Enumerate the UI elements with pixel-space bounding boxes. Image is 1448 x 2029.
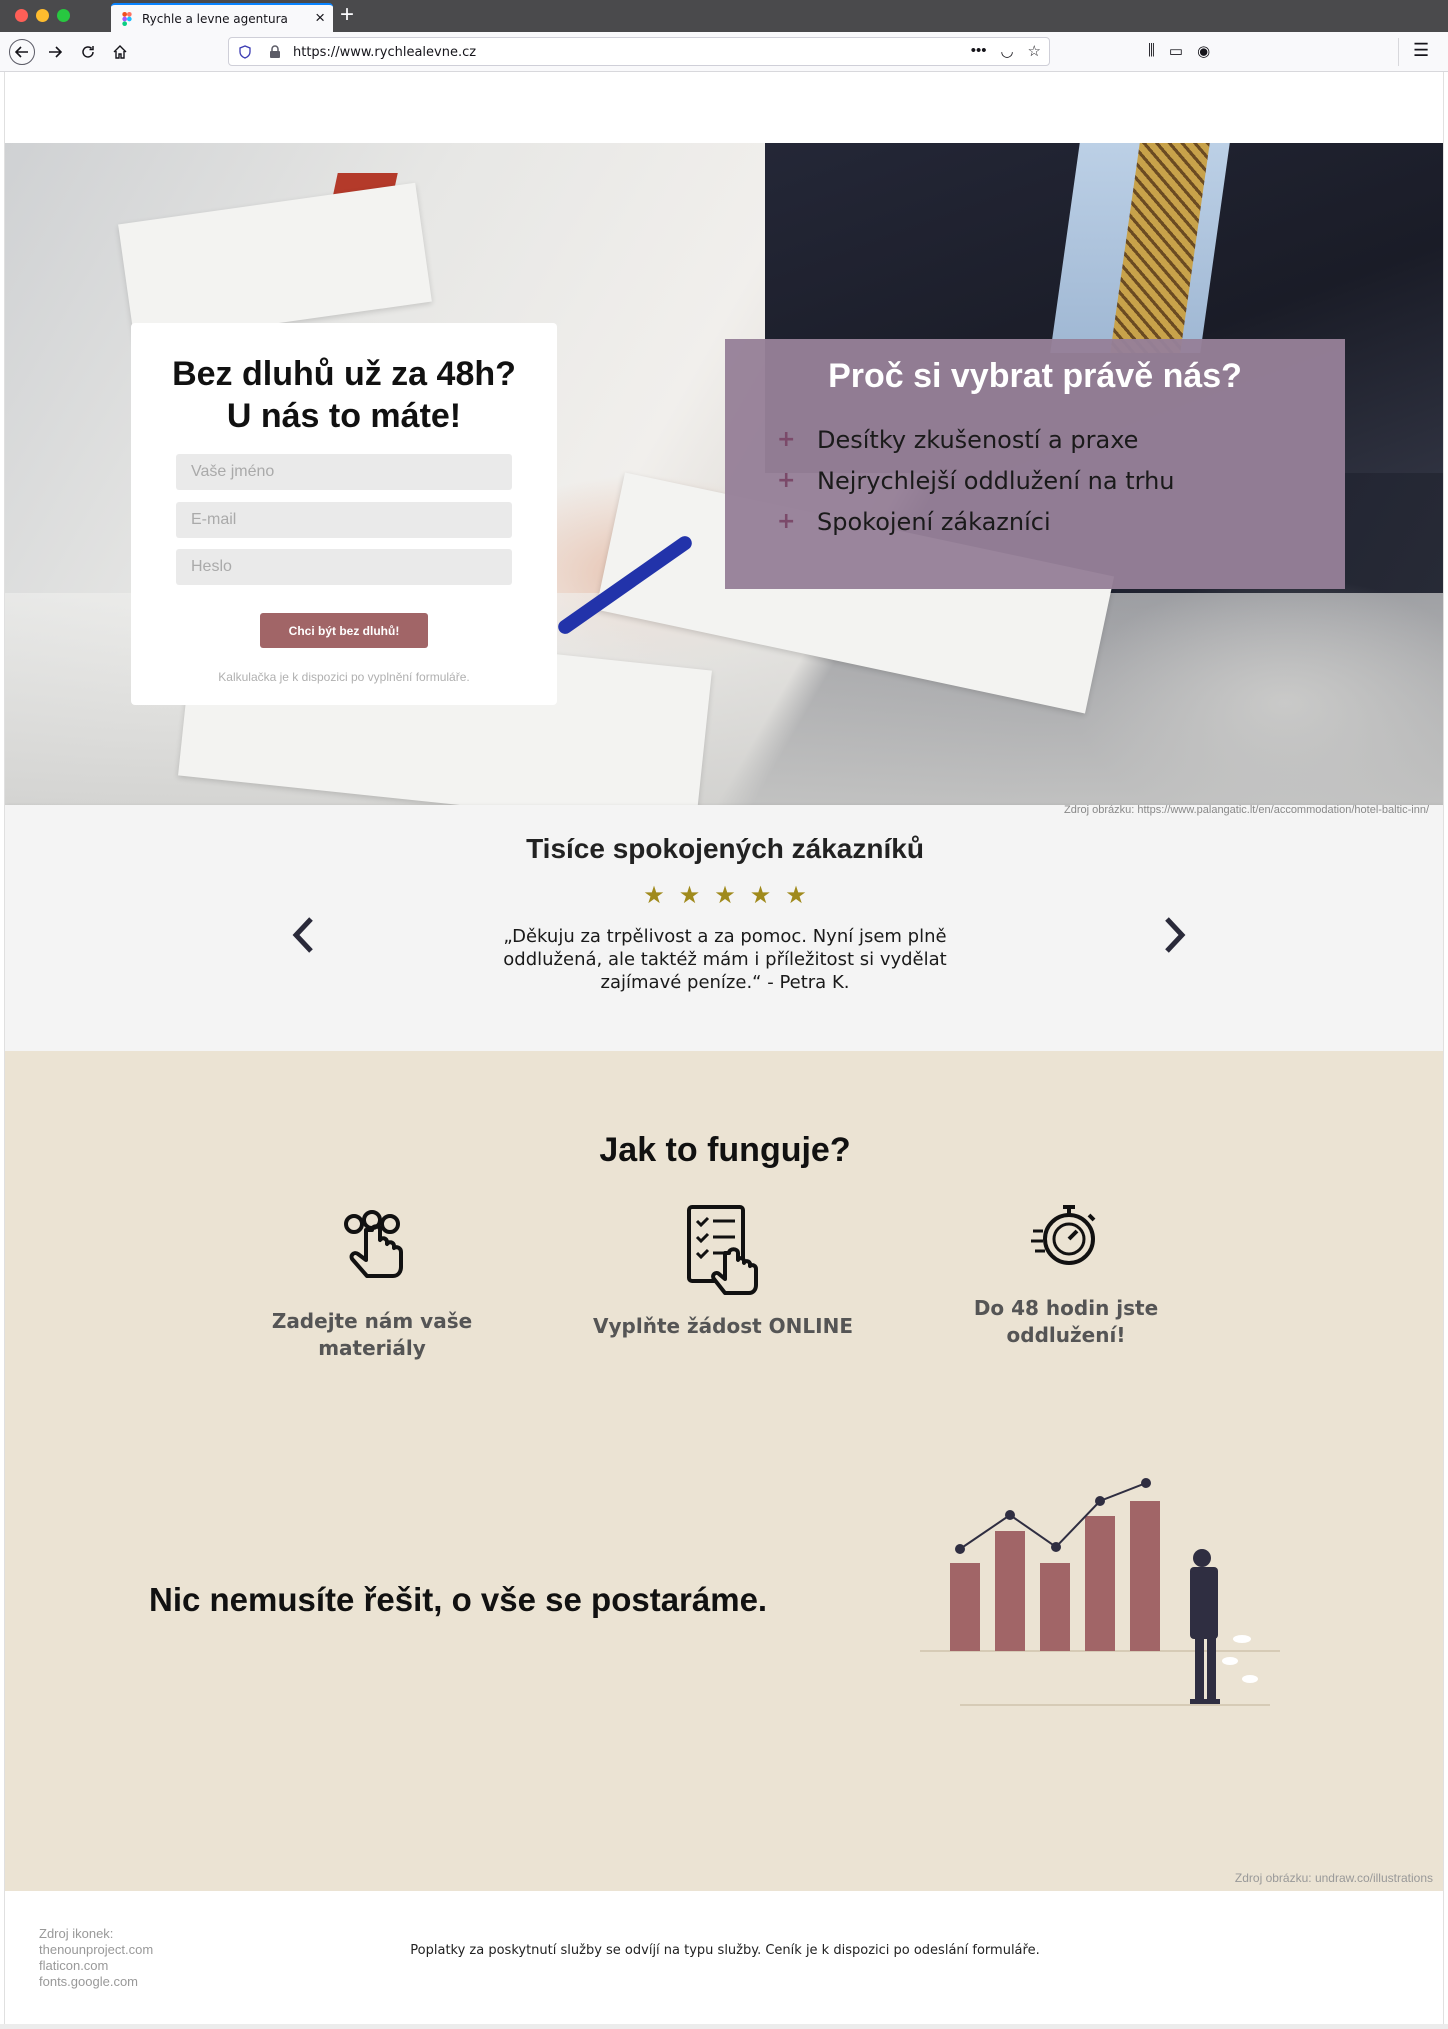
star-icon: ★ (643, 882, 665, 909)
why-us-title: Proč si vybrat právě nás? (828, 357, 1242, 395)
email-input[interactable] (176, 502, 512, 538)
stopwatch-icon (1031, 1205, 1096, 1265)
plus-icon: + (777, 509, 796, 534)
step-label-line-2: oddlužení! (1006, 1323, 1126, 1347)
star-icon: ★ (785, 882, 807, 909)
back-button[interactable] (9, 39, 35, 65)
home-button[interactable] (107, 39, 133, 65)
how-it-works-section: Jak to funguje? Zadejte nám vaše materiá… (5, 1051, 1443, 1891)
icon-credit-link[interactable]: flaticon.com (39, 1958, 153, 1974)
tracking-protection-icon[interactable] (239, 45, 251, 59)
why-us-item-label: Desítky zkušeností a praxe (817, 425, 1139, 454)
forward-button[interactable] (42, 39, 68, 65)
sidebar-icon[interactable]: ▭ (1169, 42, 1183, 60)
browser-titlebar: Rychle a levne agentura × + (0, 0, 1448, 32)
touch-hand-icon (344, 1210, 403, 1278)
pocket-icon[interactable]: ◡ (1000, 42, 1013, 60)
window-bottom-edge (0, 2024, 1448, 2029)
form-note: Kalkulačka je k dispozici po vyplnění fo… (218, 670, 470, 684)
hero-photo-paper (118, 182, 432, 344)
previous-review-button[interactable] (291, 915, 315, 965)
why-us-list: + Desítky zkušeností a praxe + Nejrychlejš… (777, 419, 1175, 542)
review-quote: „Děkuju za trpělivost a za pomoc. Nyní j… (503, 926, 947, 993)
step-materials: Zadejte nám vaše materiály (227, 1206, 517, 1362)
close-window-button[interactable] (15, 9, 28, 22)
rating-stars: ★ ★ ★ ★ ★ (5, 881, 1443, 910)
step-label: Zadejte nám vaše materiály (271, 1309, 473, 1360)
star-icon: ★ (714, 882, 736, 909)
why-us-item: + Desítky zkušeností a praxe (777, 419, 1175, 460)
account-icon[interactable]: ◉ (1197, 42, 1210, 60)
why-us-item-label: Nejrychlejší oddlužení na trhu (817, 466, 1175, 495)
illustration-credit: Zdroj obrázku: undraw.co/illustrations (1234, 1871, 1433, 1885)
star-icon: ★ (678, 882, 701, 909)
next-review-button[interactable] (1163, 915, 1187, 965)
browser-navbar: https://www.rychlealevne.cz ••• ◡ ☆ ⫼ ▭ … (0, 32, 1448, 72)
toolbar-separator (1398, 38, 1399, 66)
icon-credits: Zdroj ikonek: thenounproject.com flatico… (39, 1926, 153, 1990)
step-48-hours: Do 48 hodin jste oddlužení! (941, 1201, 1191, 1349)
why-us-box: Proč si vybrat právě nás? + Desítky zkuše… (725, 339, 1345, 589)
how-it-works-title: Jak to funguje? (599, 1131, 851, 1169)
bookmark-star-icon[interactable]: ☆ (1028, 42, 1041, 60)
hero-image-credit: Zdroj obrázku: https://www.palangatic.lt… (1063, 804, 1429, 816)
page-actions-icon[interactable]: ••• (971, 42, 987, 60)
icon-credit-link[interactable]: fonts.google.com (39, 1974, 153, 1990)
address-bar[interactable]: https://www.rychlealevne.cz ••• ◡ ☆ (228, 37, 1050, 66)
arrow-right-icon (49, 46, 62, 58)
step-label: Vyplňte žádost ONLINE (593, 1314, 853, 1338)
form-title-line-1: Bez dluhů už za 48h? (172, 355, 516, 393)
browser-tab[interactable]: Rychle a levne agentura × (111, 3, 333, 32)
home-icon (113, 45, 127, 59)
step-label-line-1: Do 48 hodin jste (973, 1296, 1159, 1320)
library-icon[interactable]: ⫼ (1148, 42, 1155, 60)
step-online-form: Vyplňte žádost ONLINE (583, 1203, 863, 1340)
reload-button[interactable] (75, 39, 101, 65)
maximize-window-button[interactable] (57, 9, 70, 22)
plus-icon: + (777, 468, 796, 493)
hero-section: Bez dluhů už za 48h? U nás to máte! Chci… (5, 143, 1443, 805)
close-tab-icon[interactable]: × (315, 8, 325, 28)
lock-icon[interactable] (269, 45, 281, 58)
url-text[interactable]: https://www.rychlealevne.cz (293, 45, 476, 60)
form-title-line-2: U nás to máte! (226, 397, 462, 435)
reviews-section: Tisíce spokojených zákazníků ★ ★ ★ ★ ★ „Děku… (5, 805, 1443, 1051)
figma-icon (122, 12, 132, 26)
icon-credits-title: Zdroj ikonek: (39, 1926, 114, 1941)
hamburger-menu-icon[interactable]: ☰ (1413, 40, 1429, 61)
arrow-left-icon (15, 46, 28, 58)
footer: Zdroj ikonek: thenounproject.com flatico… (5, 1891, 1443, 2024)
web-page: Bez dluhů už za 48h? U nás to máte! Chci… (4, 72, 1444, 2024)
signup-form: Bez dluhů už za 48h? U nás to máte! Chci… (131, 323, 557, 705)
why-us-item: + Spokojení zákazníci (777, 501, 1175, 542)
reviews-title: Tisíce spokojených zákazníků (526, 833, 924, 864)
name-input[interactable] (176, 454, 512, 490)
chevron-right-icon (1165, 917, 1186, 953)
password-input[interactable] (176, 549, 512, 585)
chevron-left-icon (292, 917, 313, 953)
tab-title: Rychle a levne agentura (142, 12, 288, 26)
minimize-window-button[interactable] (36, 9, 49, 22)
submit-button[interactable]: Chci být bez dluhů! (260, 613, 428, 648)
step-label: Do 48 hodin jste oddlužení! (941, 1295, 1191, 1349)
reload-icon (82, 46, 94, 58)
slogan: Nic nemusíte řešit, o vše se postaráme. (149, 1581, 768, 1618)
growth-chart-illustration (920, 1478, 1280, 1706)
new-tab-button[interactable]: + (340, 1, 354, 29)
star-icon: ★ (749, 882, 772, 909)
form-title: Bez dluhů už za 48h? U nás to máte! (131, 353, 557, 437)
plus-icon: + (777, 427, 796, 452)
why-us-item: + Nejrychlejší oddlužení na trhu (777, 460, 1175, 501)
footer-text: Poplatky za poskytnutí služby se odvíjí … (410, 1943, 1040, 1958)
why-us-item-label: Spokojení zákazníci (817, 507, 1051, 536)
checklist-hand-icon (687, 1205, 758, 1295)
